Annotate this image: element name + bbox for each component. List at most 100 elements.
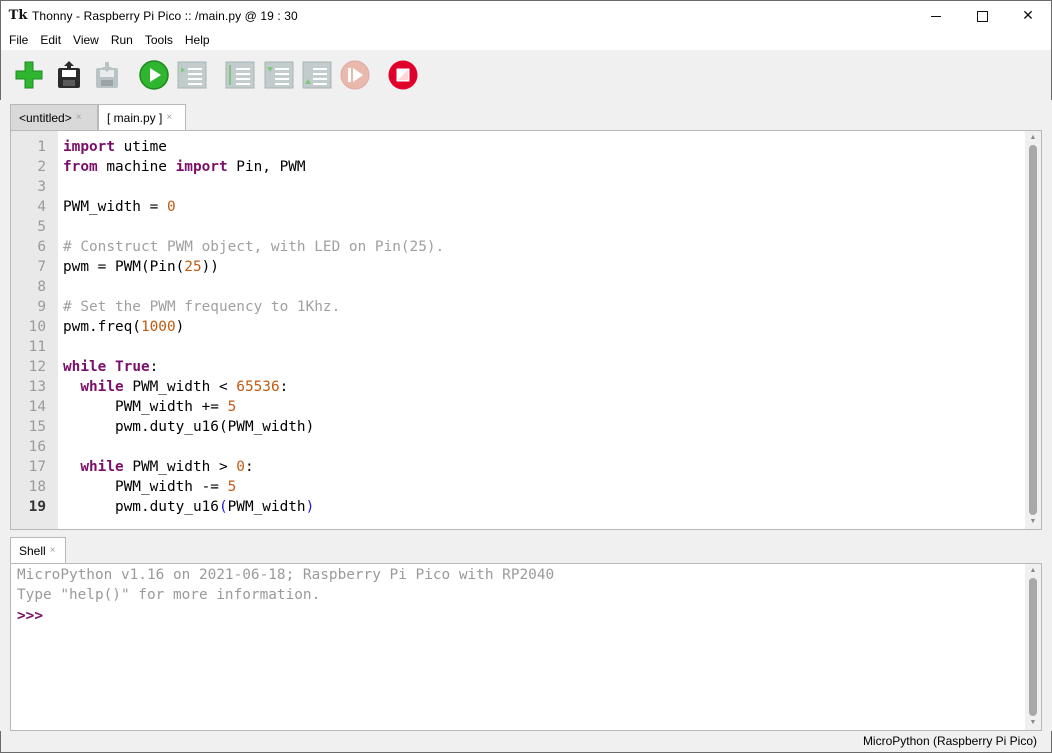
- code-token: # Set the PWM frequency to 1Khz.: [63, 299, 341, 315]
- line-number: 11: [28, 339, 46, 355]
- open-file-icon: [58, 61, 80, 88]
- code-token: # Construct PWM object, with LED on Pin(…: [63, 239, 445, 255]
- line-number: 9: [37, 299, 46, 315]
- step-over-icon: [225, 61, 255, 89]
- code-token: ): [175, 319, 185, 335]
- stop-button[interactable]: [387, 59, 419, 91]
- menu-edit[interactable]: Edit: [34, 30, 67, 50]
- line-number: 8: [37, 279, 46, 295]
- menu-view[interactable]: View: [67, 30, 105, 50]
- code-line[interactable]: while PWM_width < 65536:: [63, 377, 288, 397]
- menu-bar: File Edit View Run Tools Help: [0, 30, 1052, 50]
- line-number: 1: [37, 139, 46, 155]
- code-line[interactable]: pwm.duty_u16(PWM_width): [63, 417, 314, 437]
- line-number: 4: [37, 199, 46, 215]
- close-icon[interactable]: ✕: [1005, 1, 1051, 31]
- thonny-app-icon: Tk: [8, 8, 28, 23]
- scrollbar-thumb[interactable]: [1029, 578, 1037, 716]
- code-editor[interactable]: 1 2 3 4 5 6 7 8 9 10 11 12 13 14 15 16 17 18 19 import uti…: [10, 130, 1042, 530]
- step-over-button[interactable]: [224, 59, 256, 91]
- minimize-icon[interactable]: [913, 1, 959, 31]
- code-line[interactable]: pwm.duty_u16(PWM_width): [63, 497, 314, 517]
- debug-button[interactable]: [176, 59, 208, 91]
- shell-prompt[interactable]: >>>: [17, 606, 43, 626]
- menu-help[interactable]: Help: [179, 30, 216, 50]
- scrollbar-thumb[interactable]: [1029, 145, 1037, 515]
- menu-file[interactable]: File: [3, 30, 34, 50]
- line-number: 12: [28, 359, 46, 375]
- code-token: Pin, PWM: [227, 159, 306, 175]
- line-number: 2: [37, 159, 46, 175]
- tab-label: <untitled>: [19, 110, 72, 125]
- line-number: 14: [28, 399, 46, 415]
- code-token: pwm.duty_u16(PWM_width): [63, 419, 315, 435]
- code-token: 65536: [236, 379, 280, 395]
- resume-button[interactable]: [339, 59, 371, 91]
- scroll-up-icon[interactable]: ▲: [1025, 564, 1041, 578]
- code-line[interactable]: while PWM_width > 0:: [63, 457, 254, 477]
- code-line[interactable]: import utime: [63, 137, 167, 157]
- step-out-button[interactable]: [301, 59, 333, 91]
- editor-scrollbar[interactable]: ▲ ▼: [1025, 131, 1041, 529]
- code-token: from: [63, 159, 98, 175]
- run-button[interactable]: [138, 59, 170, 91]
- code-token: while: [80, 459, 124, 475]
- code-token: PWM_width <: [123, 379, 237, 395]
- tab-shell[interactable]: Shell ×: [10, 537, 66, 564]
- code-line[interactable]: pwm.freq(1000): [63, 317, 184, 337]
- code-token: PWM_width =: [63, 199, 167, 215]
- new-file-icon: [15, 61, 43, 89]
- line-number-gutter: 1 2 3 4 5 6 7 8 9 10 11 12 13 14 15 16 17 18 19: [11, 131, 58, 529]
- scroll-up-icon[interactable]: ▲: [1025, 131, 1041, 145]
- code-line[interactable]: from machine import Pin, PWM: [63, 157, 306, 177]
- menu-run[interactable]: Run: [105, 30, 139, 50]
- tab-label: Shell: [19, 544, 46, 558]
- code-token: PWM_width +=: [63, 399, 228, 415]
- window-title: Thonny - Raspberry Pi Pico :: /main.py @…: [32, 8, 298, 23]
- interpreter-selector[interactable]: MicroPython (Raspberry Pi Pico): [863, 734, 1037, 748]
- open-file-button[interactable]: [53, 59, 85, 91]
- code-text-area[interactable]: import utime from machine import Pin, PWM…: [58, 131, 1025, 529]
- scroll-down-icon[interactable]: ▼: [1025, 515, 1041, 529]
- code-line[interactable]: # Construct PWM object, with LED on Pin(…: [63, 237, 444, 257]
- code-line[interactable]: PWM_width += 5: [63, 397, 236, 417]
- code-token: PWM_width >: [123, 459, 237, 475]
- close-tab-icon[interactable]: ×: [166, 106, 172, 130]
- code-token: :: [244, 459, 254, 475]
- code-line[interactable]: # Set the PWM frequency to 1Khz.: [63, 297, 340, 317]
- shell-banner-line: Type "help()" for more information.: [17, 587, 321, 603]
- code-token: pwm.duty_u16: [63, 499, 219, 515]
- close-tab-icon[interactable]: ×: [50, 539, 56, 563]
- line-number: 3: [37, 179, 46, 195]
- code-token: import: [63, 139, 115, 155]
- code-line[interactable]: while True:: [63, 357, 158, 377]
- code-line[interactable]: PWM_width = 0: [63, 197, 176, 217]
- code-token: 5: [227, 479, 237, 495]
- code-line[interactable]: PWM_width -= 5: [63, 477, 236, 497]
- line-number: 7: [37, 259, 46, 275]
- line-number: 10: [28, 319, 46, 335]
- shell-panel[interactable]: MicroPython v1.16 on 2021-06-18; Raspber…: [10, 563, 1042, 731]
- shell-scrollbar[interactable]: ▲ ▼: [1025, 564, 1041, 730]
- code-token: :: [149, 359, 159, 375]
- code-token: 5: [227, 399, 237, 415]
- maximize-icon[interactable]: [959, 1, 1005, 31]
- step-into-button[interactable]: [263, 59, 295, 91]
- new-file-button[interactable]: [13, 59, 45, 91]
- scroll-down-icon[interactable]: ▼: [1025, 716, 1041, 730]
- tab-untitled[interactable]: <untitled> ×: [10, 104, 98, 130]
- code-token: while: [80, 379, 124, 395]
- code-token: while: [63, 359, 107, 375]
- code-token: 1000: [140, 319, 176, 335]
- save-file-button[interactable]: [91, 59, 123, 91]
- close-tab-icon[interactable]: ×: [76, 106, 82, 130]
- line-number: 17: [28, 459, 46, 475]
- menu-tools[interactable]: Tools: [139, 30, 179, 50]
- tab-main-py[interactable]: [ main.py ] ×: [98, 104, 186, 131]
- line-number: 6: [37, 239, 46, 255]
- code-line[interactable]: pwm = PWM(Pin(25)): [63, 257, 219, 277]
- stop-icon: [388, 60, 418, 90]
